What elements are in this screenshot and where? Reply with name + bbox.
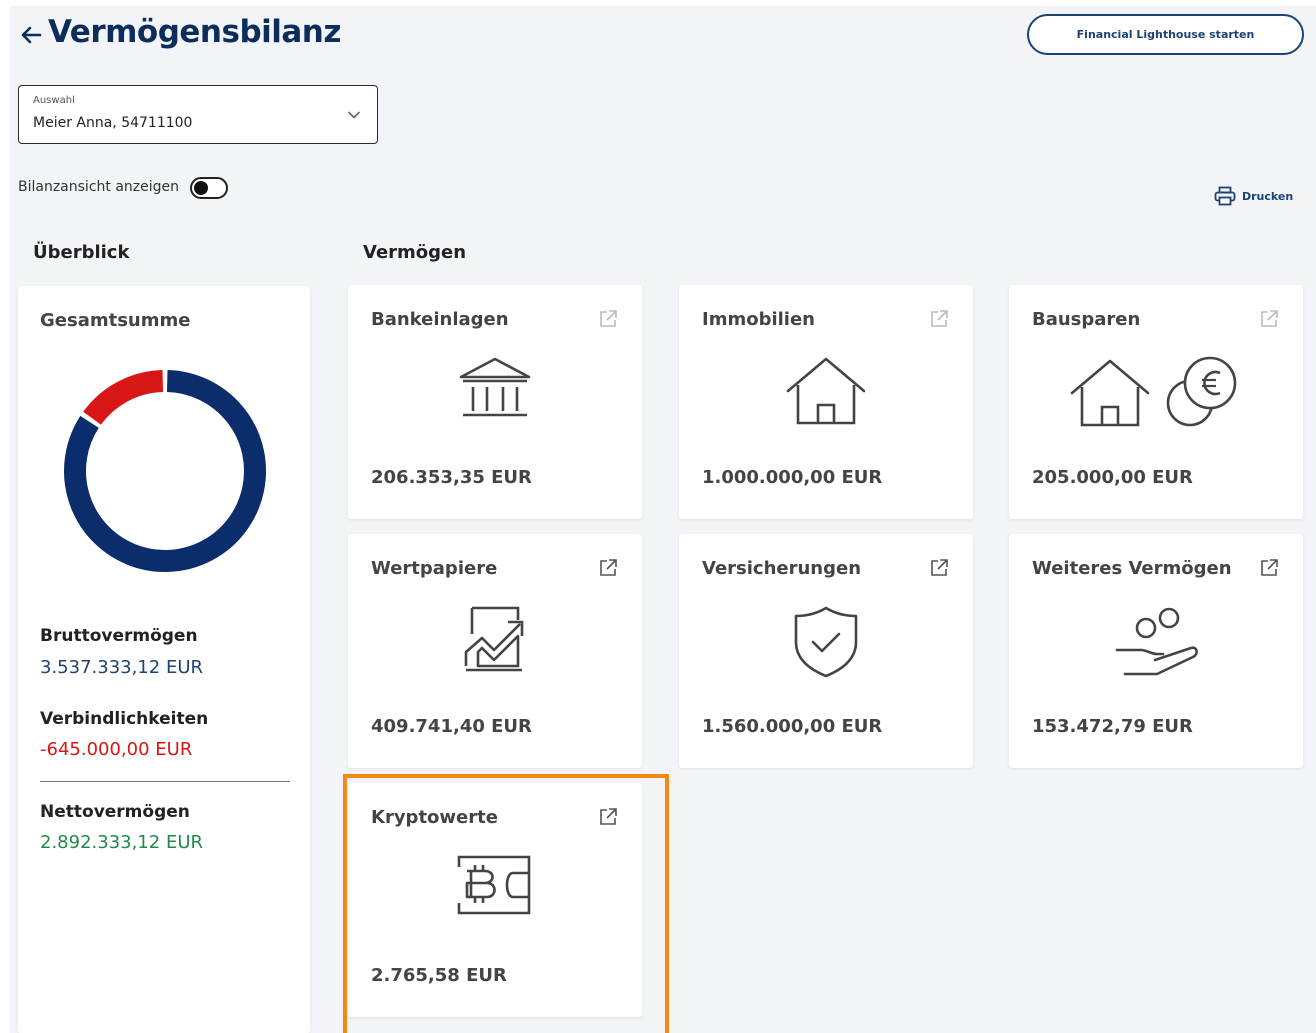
hand-coins-icon [1009,604,1303,684]
net-assets-label: Nettovermögen [40,802,190,822]
asset-value: 409.741,40 EUR [371,716,532,737]
external-link-icon[interactable] [929,309,949,329]
back-arrow-icon[interactable] [18,22,44,48]
asset-name: Versicherungen [702,558,862,579]
balance-view-toggle[interactable] [190,177,228,199]
shield-check-icon [679,604,973,684]
external-link-icon[interactable] [929,558,949,578]
bitcoin-wallet-icon [348,853,642,933]
net-assets-value: 2.892.333,12 EUR [40,832,204,853]
asset-value: 206.353,35 EUR [371,467,532,488]
asset-card-wertpapiere[interactable]: Wertpapiere 409.741,40 EUR [348,534,642,768]
gross-assets-value: 3.537.333,12 EUR [40,657,204,678]
asset-value: 153.472,79 EUR [1032,716,1193,737]
toggle-knob [194,181,208,195]
asset-name: Bausparen [1032,309,1141,330]
assets-heading: Vermögen [363,242,467,263]
chevron-down-icon [348,111,360,119]
liabilities-value: -645.000,00 EUR [40,739,193,760]
asset-value: 1.000.000,00 EUR [702,467,883,488]
asset-card-versicherungen[interactable]: Versicherungen 1.560.000,00 EUR [679,534,973,768]
asset-value: 1.560.000,00 EUR [702,716,883,737]
page: Vermögensbilanz Financial Lighthouse sta… [10,6,1316,1033]
overview-heading: Überblick [33,242,130,263]
asset-value: 2.765,58 EUR [371,965,507,986]
summary-card: Gesamtsumme Bruttovermögen 3.537.333,12 … [18,286,310,1033]
page-title: Vermögensbilanz [48,14,341,50]
asset-card-bausparen[interactable]: Bausparen 205.000,00 EUR [1009,285,1303,519]
securities-chart-icon [348,604,642,684]
external-link-icon[interactable] [598,558,618,578]
account-select-value: Meier Anna, 54711100 [33,115,193,131]
asset-name: Kryptowerte [371,807,498,828]
balance-view-toggle-label: Bilanzansicht anzeigen [18,179,180,195]
asset-value: 205.000,00 EUR [1032,467,1193,488]
summary-title: Gesamtsumme [40,310,191,331]
asset-name: Weiteres Vermögen [1032,558,1232,579]
printer-icon [1214,186,1236,206]
print-button[interactable]: Drucken [1214,184,1293,208]
net-worth-donut-chart [64,370,266,572]
asset-card-bankeinlagen[interactable]: Bankeinlagen 206.353,35 EUR [348,285,642,519]
asset-name: Bankeinlagen [371,309,509,330]
summary-divider [40,781,290,782]
external-link-icon[interactable] [598,309,618,329]
house-euro-icon [1009,355,1303,435]
account-select[interactable]: Auswahl Meier Anna, 54711100 [18,85,378,144]
external-link-icon[interactable] [1259,558,1279,578]
external-link-icon[interactable] [1259,309,1279,329]
gross-assets-label: Bruttovermögen [40,626,198,646]
asset-card-kryptowerte[interactable]: Kryptowerte 2.765,58 EUR [348,783,642,1017]
liabilities-label: Verbindlichkeiten [40,709,209,729]
asset-name: Wertpapiere [371,558,498,579]
bank-icon [348,355,642,435]
house-icon [679,355,973,435]
asset-card-immobilien[interactable]: Immobilien 1.000.000,00 EUR [679,285,973,519]
financial-lighthouse-button[interactable]: Financial Lighthouse starten [1027,14,1304,55]
donut-slice-verbindlichkeiten [83,370,164,425]
financial-lighthouse-button-label: Financial Lighthouse starten [1076,28,1255,41]
account-select-label: Auswahl [33,95,75,106]
external-link-icon[interactable] [598,807,618,827]
asset-name: Immobilien [702,309,815,330]
print-button-label: Drucken [1242,189,1294,203]
asset-card-weiteres-vermoegen[interactable]: Weiteres Vermögen 153.472,79 EUR [1009,534,1303,768]
